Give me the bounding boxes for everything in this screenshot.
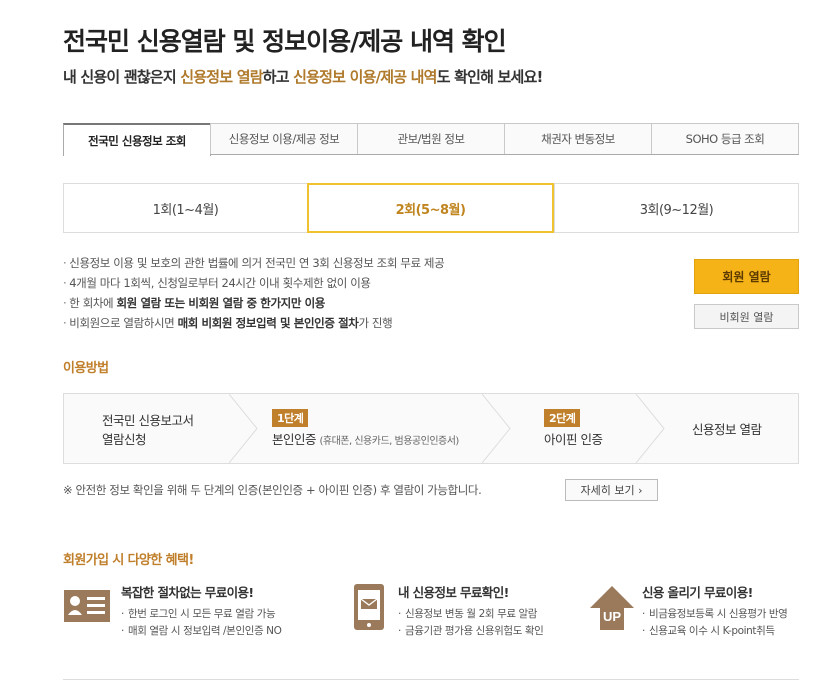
tab-national-credit[interactable]: 전국민 신용정보 조회 bbox=[63, 123, 211, 156]
tab-credit-usage[interactable]: 신용정보 이용/제공 정보 bbox=[210, 123, 358, 154]
round-1[interactable]: 1회(1~4월) bbox=[64, 184, 307, 232]
divider bbox=[63, 679, 799, 680]
info-notes: 신용정보 이용 및 보호의 관한 법률에 의거 전국민 연 3회 신용정보 조회… bbox=[63, 253, 444, 333]
tab-soho-grade[interactable]: SOHO 등급 조회 bbox=[651, 123, 799, 154]
chevron-right-icon bbox=[636, 394, 665, 463]
step-view-credit: 신용정보 열람 bbox=[692, 422, 762, 437]
round-selector: 1회(1~4월) 2회(5~8월) 3회(9~12월) bbox=[63, 183, 799, 233]
chevron-right-icon bbox=[229, 394, 258, 463]
benefit-lines: 비금융정보등록 시 신용평가 반영 신용교육 이수 시 K-point취득 bbox=[642, 606, 788, 640]
nonmember-view-button[interactable]: 비회원 열람 bbox=[694, 304, 799, 329]
note-1: 신용정보 이용 및 보호의 관한 법률에 의거 전국민 연 3회 신용정보 조회… bbox=[63, 253, 444, 273]
benefit-title: 복잡한 절차없는 무료이용! bbox=[121, 585, 254, 600]
benefit-lines: 신용정보 변동 월 2회 무료 알람 금융기관 평가용 신용위험도 확인 bbox=[398, 606, 544, 640]
note-3: 한 회차에 회원 열람 또는 비회원 열람 중 한가지만 이용 bbox=[63, 293, 444, 313]
usage-title: 이용방법 bbox=[63, 361, 109, 376]
benefits-title: 회원가입 시 다양한 혜택! bbox=[63, 553, 194, 568]
svg-text:UP: UP bbox=[603, 609, 621, 624]
member-view-button[interactable]: 회원 열람 bbox=[694, 259, 799, 294]
up-arrow-icon: UP bbox=[590, 586, 634, 630]
id-card-icon bbox=[64, 590, 110, 622]
note-2: 4개월 마다 1회씩, 신청일로부터 24시간 이내 횟수제한 없이 이용 bbox=[63, 273, 444, 293]
benefit-title: 내 신용정보 무료확인! bbox=[398, 585, 509, 600]
tab-bar: 전국민 신용정보 조회 신용정보 이용/제공 정보 관보/법원 정보 채권자 변… bbox=[63, 123, 799, 156]
detail-button[interactable]: 자세히 보기 › bbox=[565, 479, 658, 501]
security-note: ※ 안전한 정보 확인을 위해 두 단계의 인증(본인인증 + 아이핀 인증) … bbox=[63, 483, 482, 497]
step-2-badge: 2단계 bbox=[544, 409, 581, 427]
usage-steps: 전국민 신용보고서 열람신청 1단계 본인인증 (휴대폰, 신용카드, 범용공인… bbox=[63, 393, 799, 464]
page-title: 전국민 신용열람 및 정보이용/제공 내역 확인 bbox=[63, 27, 507, 56]
round-2[interactable]: 2회(5~8월) bbox=[307, 183, 554, 233]
step-1-badge: 1단계 bbox=[272, 409, 309, 427]
page-subtitle: 내 신용이 괜찮은지 신용정보 열람하고 신용정보 이용/제공 내역도 확인해 … bbox=[63, 68, 543, 86]
round-3[interactable]: 3회(9~12월) bbox=[554, 184, 798, 232]
chevron-right-icon bbox=[482, 394, 511, 463]
benefit-lines: 한번 로그인 시 모든 무료 열람 가능 매회 열람 시 정보입력 /본인인증 … bbox=[121, 606, 282, 640]
tab-creditor-change[interactable]: 채권자 변동정보 bbox=[504, 123, 652, 154]
step-1-identity: 1단계 본인인증 (휴대폰, 신용카드, 범용공인인증서) bbox=[272, 394, 512, 463]
benefit-title: 신용 올리기 무료이용! bbox=[642, 585, 753, 600]
note-4: 비회원으로 열람하시면 매회 비회원 정보입력 및 본인인증 절차가 진행 bbox=[63, 313, 444, 333]
tab-gazette-court[interactable]: 관보/법원 정보 bbox=[357, 123, 505, 154]
mobile-alert-icon bbox=[354, 584, 384, 630]
